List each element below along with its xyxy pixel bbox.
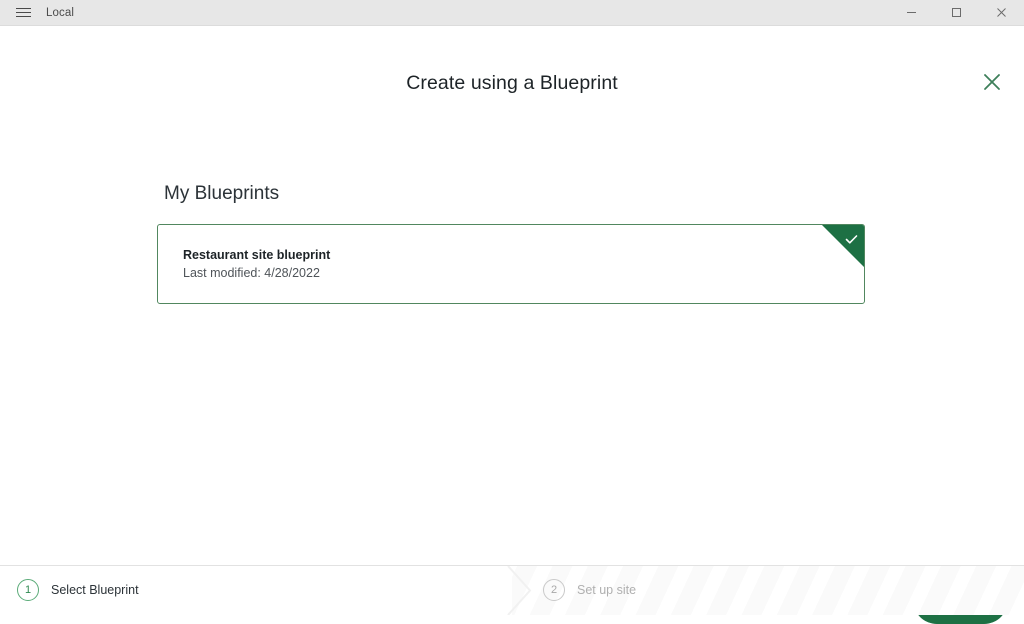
wizard-stepper: 1 Select Blueprint 2 Set up site (0, 565, 1024, 615)
maximize-icon[interactable] (934, 0, 979, 25)
check-icon (845, 233, 858, 251)
step-label: Select Blueprint (51, 583, 139, 597)
stepper-chevron-icon (500, 566, 540, 615)
blueprint-name: Restaurant site blueprint (183, 248, 330, 262)
step-number: 1 (17, 579, 39, 601)
app-title: Local (46, 7, 74, 19)
window-controls (889, 0, 1024, 25)
section-title: My Blueprints (164, 183, 279, 205)
selected-ribbon (822, 225, 864, 267)
stepper-step-set-up-site[interactable]: 2 Set up site (543, 579, 636, 601)
blueprint-last-modified: Last modified: 4/28/2022 (183, 266, 320, 280)
hamburger-menu-icon[interactable] (0, 0, 46, 25)
stepper-step-select-blueprint[interactable]: 1 Select Blueprint (17, 579, 139, 601)
window-titlebar: Local (0, 0, 1024, 26)
blueprint-card[interactable]: Restaurant site blueprint Last modified:… (157, 224, 865, 304)
step-label: Set up site (577, 583, 636, 597)
close-icon[interactable] (979, 0, 1024, 25)
dialog-content: My Blueprints Restaurant site blueprint … (0, 88, 1024, 615)
step-number: 2 (543, 579, 565, 601)
minimize-icon[interactable] (889, 0, 934, 25)
dialog-header: Create using a Blueprint (0, 26, 1024, 88)
